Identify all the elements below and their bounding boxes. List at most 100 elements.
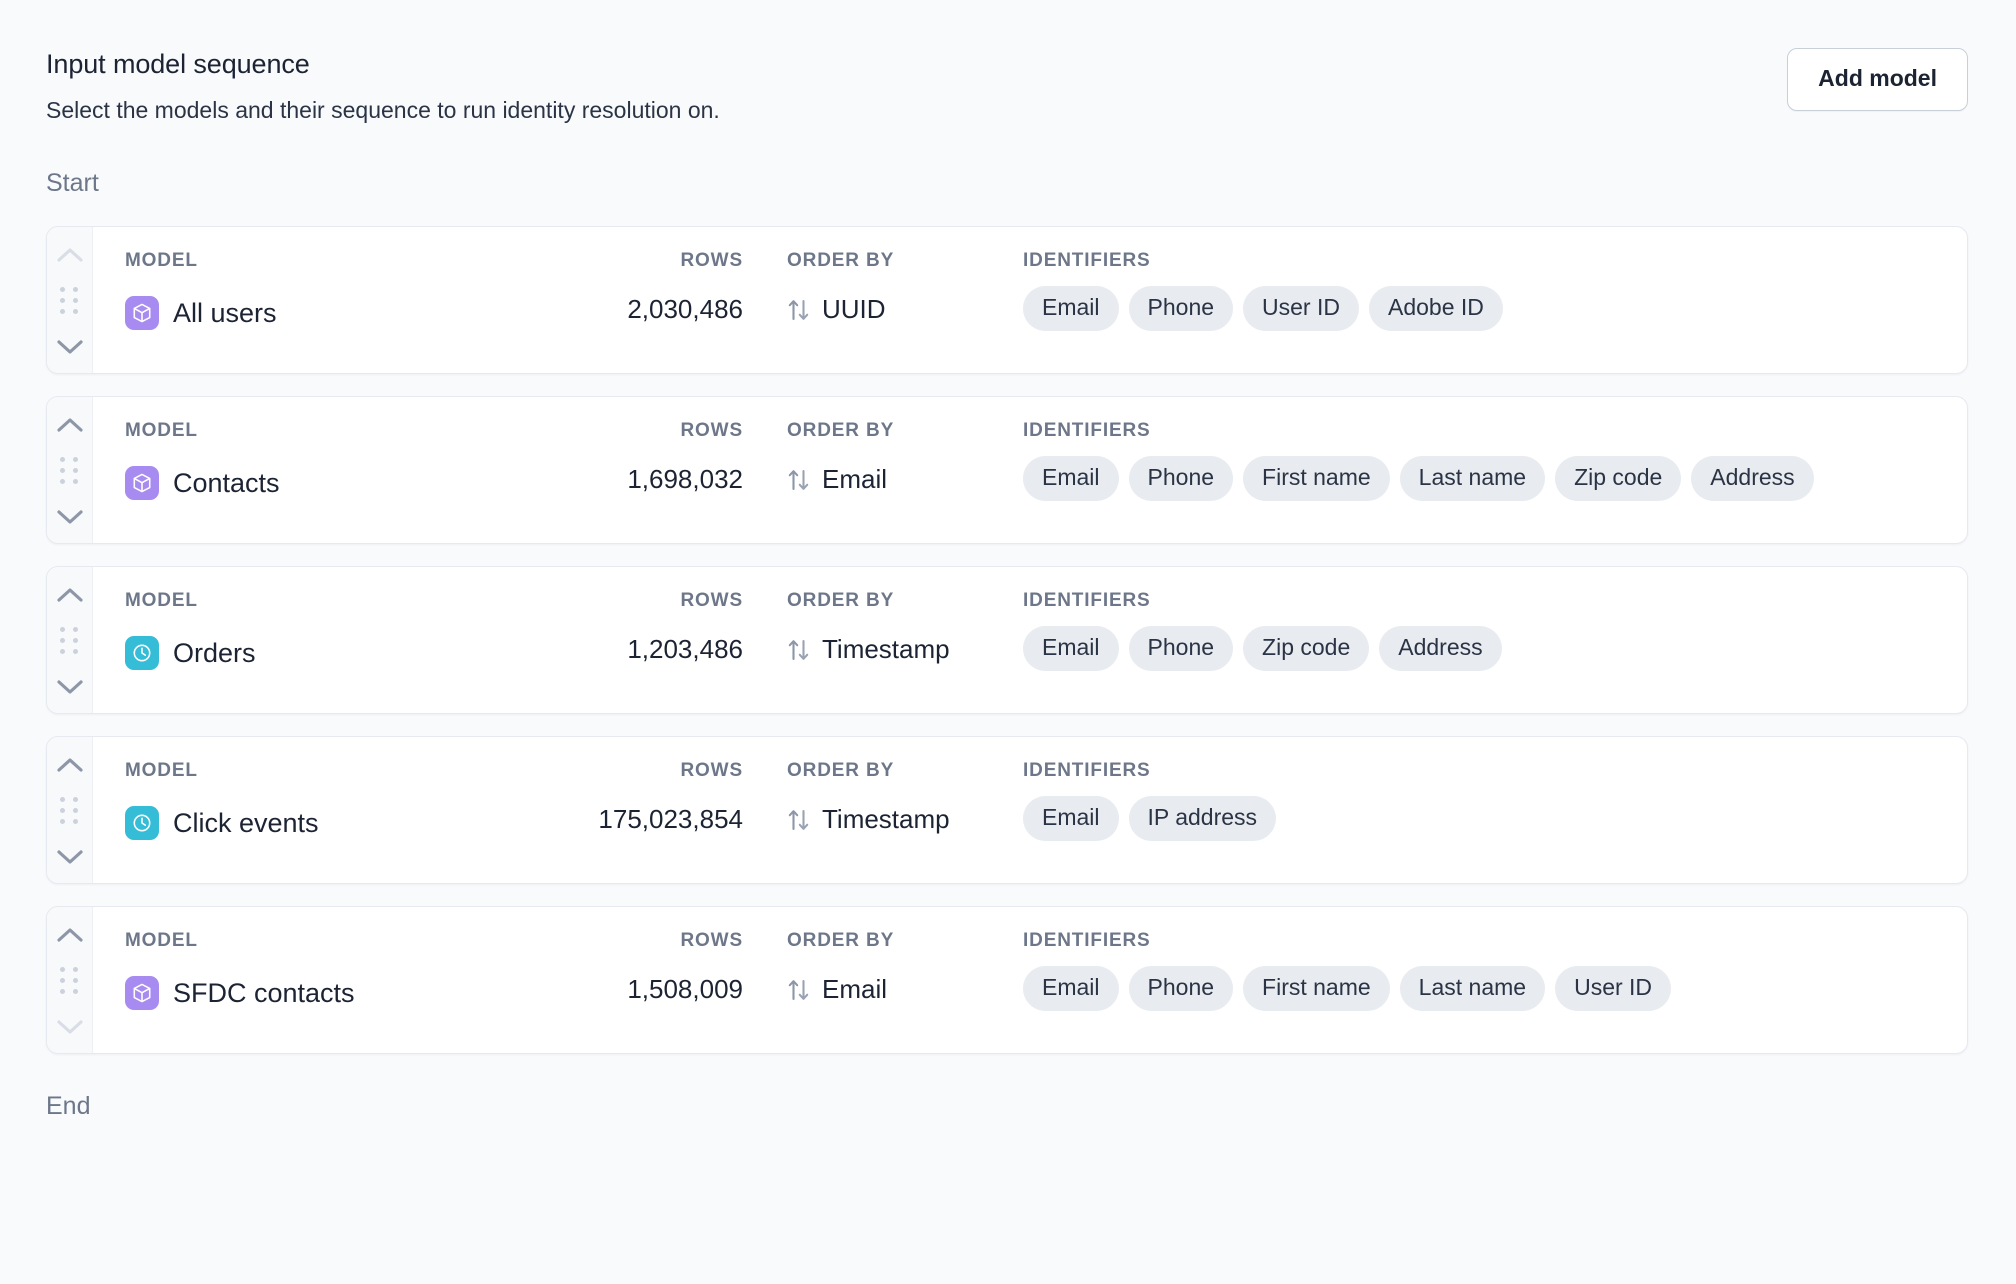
- column-header-identifiers: IDENTIFIERS: [1023, 420, 1151, 442]
- model-name-label: Contacts: [173, 467, 280, 498]
- order-by-value: UUID: [787, 295, 1003, 323]
- model-name-group: All users: [125, 296, 277, 331]
- row-count-value: 2,030,486: [627, 294, 743, 325]
- model-name-label: Orders: [173, 637, 256, 668]
- column-header-rows: ROWS: [680, 250, 743, 272]
- drag-handle-icon[interactable]: [60, 797, 79, 825]
- move-down-chevron-icon[interactable]: [56, 509, 83, 525]
- identifier-chip[interactable]: Zip code: [1555, 456, 1682, 502]
- model-row-body: MODEL All users ROWS 2,030,486 ORDER BY UUID I…: [93, 227, 1967, 373]
- column-header-order-by: ORDER BY: [787, 250, 895, 272]
- model-value: Contacts: [125, 466, 513, 501]
- model-column: MODEL Click events: [93, 760, 513, 841]
- identifier-chip[interactable]: Email: [1023, 966, 1119, 1012]
- move-up-chevron-icon[interactable]: [56, 757, 83, 773]
- identifier-chip[interactable]: First name: [1243, 456, 1390, 502]
- order-by-field-label: Email: [822, 974, 888, 1005]
- identifier-chip[interactable]: Phone: [1128, 626, 1234, 672]
- model-column: MODEL All users: [93, 251, 513, 331]
- move-down-chevron-icon[interactable]: [56, 339, 83, 355]
- identifier-chip-list: Email IP address: [1023, 796, 1967, 842]
- page-header: Input model sequence Select the models a…: [0, 0, 2016, 125]
- identifier-chip[interactable]: Address: [1691, 456, 1814, 502]
- model-row: MODEL SFDC contacts ROWS 1,508,009 ORDER BY E…: [46, 906, 1968, 1055]
- identifier-chip[interactable]: Email: [1023, 796, 1119, 842]
- model-row: MODEL Click events ROWS 175,023,854 ORDER BY…: [46, 736, 1968, 885]
- identifier-chip[interactable]: User ID: [1555, 966, 1672, 1012]
- model-column: MODEL Orders: [93, 591, 513, 671]
- identifier-chip[interactable]: Last name: [1399, 456, 1546, 502]
- row-count-value: 1,698,032: [627, 464, 743, 495]
- rows-column: ROWS 1,698,032: [513, 421, 743, 493]
- header-text-block: Input model sequence Select the models a…: [46, 44, 720, 125]
- identifier-chip[interactable]: Address: [1379, 626, 1502, 672]
- identifier-chip[interactable]: Phone: [1128, 286, 1234, 332]
- order-by-column: ORDER BY UUID: [743, 251, 1003, 323]
- cube-icon: [125, 466, 159, 501]
- identifier-chip[interactable]: Email: [1023, 626, 1119, 672]
- identifier-chip[interactable]: Zip code: [1243, 626, 1370, 672]
- identifier-chip[interactable]: User ID: [1243, 286, 1359, 332]
- order-by-column: ORDER BY Timestamp: [743, 591, 1003, 663]
- identifier-chip[interactable]: Phone: [1128, 966, 1234, 1012]
- identifier-chip[interactable]: Adobe ID: [1368, 286, 1503, 332]
- identifier-chip[interactable]: Last name: [1399, 966, 1546, 1012]
- column-header-model: MODEL: [125, 760, 198, 782]
- column-header-order-by: ORDER BY: [787, 930, 895, 952]
- rows-column: ROWS 175,023,854: [513, 761, 743, 833]
- model-column: MODEL Contacts: [93, 421, 513, 501]
- identifiers-column: IDENTIFIERS Email Phone User ID Adobe ID: [1003, 250, 1967, 332]
- add-model-button[interactable]: Add model: [1787, 48, 1968, 111]
- model-column: MODEL SFDC contacts: [93, 931, 513, 1011]
- cube-icon: [125, 976, 159, 1011]
- row-reorder-controls: [47, 567, 93, 714]
- identifier-chip[interactable]: First name: [1243, 966, 1390, 1012]
- identifier-chip[interactable]: Phone: [1128, 456, 1234, 502]
- model-row-body: MODEL Orders ROWS 1,203,486 ORDER BY Timestam…: [93, 567, 1967, 713]
- sort-arrows-icon: [787, 977, 811, 1003]
- model-name-label: All users: [173, 297, 277, 328]
- sort-arrows-icon: [787, 467, 811, 493]
- identifier-chip[interactable]: Email: [1023, 456, 1119, 502]
- drag-handle-icon[interactable]: [60, 457, 79, 485]
- identifier-chip-list: Email Phone First name Last name Zip code Add…: [1023, 456, 1967, 502]
- drag-handle-icon[interactable]: [60, 967, 79, 995]
- order-by-value: Email: [787, 974, 1003, 1005]
- rows-column: ROWS 1,508,009: [513, 931, 743, 1003]
- row-count-value: 1,508,009: [627, 974, 743, 1005]
- model-value: Click events: [125, 806, 513, 841]
- model-value: Orders: [125, 636, 513, 671]
- column-header-identifiers: IDENTIFIERS: [1023, 250, 1151, 272]
- move-down-chevron-icon[interactable]: [56, 679, 83, 695]
- identifiers-column: IDENTIFIERS Email Phone Zip code Address: [1003, 591, 1967, 672]
- drag-handle-icon[interactable]: [60, 627, 79, 655]
- column-header-order-by: ORDER BY: [787, 760, 895, 782]
- model-row-body: MODEL Click events ROWS 175,023,854 ORDER BY…: [93, 737, 1967, 883]
- model-value: SFDC contacts: [125, 976, 513, 1011]
- model-row: MODEL Contacts ROWS 1,698,032 ORDER BY Email I…: [46, 396, 1968, 545]
- order-by-column: ORDER BY Email: [743, 931, 1003, 1003]
- page-subtitle: Select the models and their sequence to …: [46, 97, 720, 124]
- identifier-chip[interactable]: Email: [1023, 286, 1119, 332]
- move-down-chevron-icon[interactable]: [56, 849, 83, 865]
- sort-arrows-icon: [787, 297, 811, 323]
- model-row: MODEL All users ROWS 2,030,486 ORDER BY UUID I…: [46, 226, 1968, 375]
- column-header-rows: ROWS: [680, 760, 743, 782]
- identifier-chip[interactable]: IP address: [1128, 796, 1277, 842]
- move-up-chevron-icon[interactable]: [56, 587, 83, 603]
- drag-handle-icon[interactable]: [60, 287, 79, 315]
- move-up-chevron-icon[interactable]: [56, 417, 83, 433]
- cube-icon: [125, 296, 159, 331]
- model-name-group: Contacts: [125, 466, 280, 501]
- order-by-field-label: Timestamp: [822, 634, 950, 665]
- order-by-value: Timestamp: [787, 805, 1003, 833]
- identifier-chip-list: Email Phone Zip code Address: [1023, 626, 1967, 672]
- column-header-order-by: ORDER BY: [787, 590, 895, 612]
- model-name-label: SFDC contacts: [173, 977, 355, 1008]
- model-row-body: MODEL Contacts ROWS 1,698,032 ORDER BY Email I…: [93, 397, 1967, 543]
- column-header-identifiers: IDENTIFIERS: [1023, 760, 1151, 782]
- move-up-chevron-icon[interactable]: [56, 927, 83, 943]
- column-header-rows: ROWS: [680, 930, 743, 952]
- clock-icon: [125, 806, 159, 841]
- order-by-column: ORDER BY Email: [743, 421, 1003, 493]
